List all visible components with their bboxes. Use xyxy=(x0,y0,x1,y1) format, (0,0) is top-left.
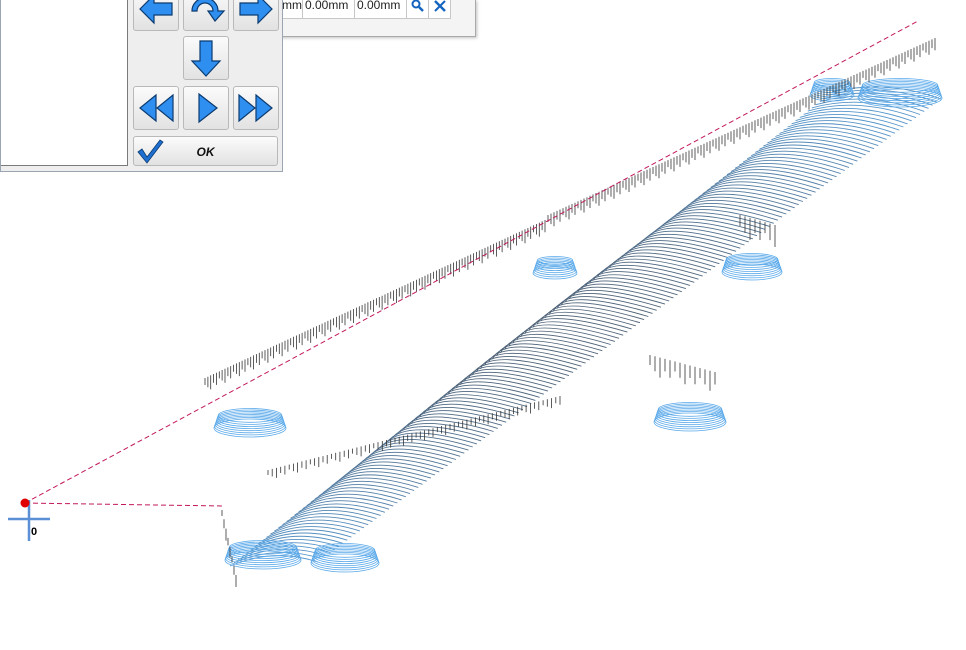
fast-forward-button[interactable] xyxy=(233,86,279,130)
layer-contour xyxy=(581,277,682,293)
layer-contour xyxy=(795,114,904,128)
layer-contour xyxy=(585,274,687,290)
layer-contour xyxy=(564,289,666,305)
table-cell[interactable]: 0.00mm xyxy=(303,0,355,18)
leg-contour xyxy=(657,402,723,417)
ok-button-label: OK xyxy=(196,145,215,159)
layer-contour xyxy=(775,129,883,143)
layer-contour xyxy=(799,110,908,125)
layer-contour xyxy=(427,397,524,411)
control-panel: OK xyxy=(0,0,283,172)
arrow-down-icon xyxy=(190,40,222,77)
layer-contour xyxy=(568,286,670,302)
layer-contour xyxy=(779,126,887,140)
operation-list[interactable] xyxy=(1,0,128,166)
rewind-button[interactable] xyxy=(133,86,179,130)
layer-contour xyxy=(791,117,900,131)
arrow-left-icon xyxy=(139,0,173,25)
travel-path xyxy=(24,502,223,507)
part-model xyxy=(204,38,943,587)
layer-contour xyxy=(423,400,519,414)
layer-contour xyxy=(577,280,678,296)
layer-contour xyxy=(601,261,703,277)
table-cell[interactable]: 0.00mm xyxy=(355,0,407,18)
layer-contour xyxy=(609,255,712,271)
layer-contour xyxy=(625,243,728,258)
move-down-button[interactable] xyxy=(183,36,229,80)
layer-contour xyxy=(617,249,720,265)
layer-contour xyxy=(629,240,733,255)
layer-contour xyxy=(787,120,896,134)
layer-contour xyxy=(637,233,741,249)
move-right-button[interactable] xyxy=(233,0,279,31)
move-left-button[interactable] xyxy=(133,0,179,31)
layer-contour xyxy=(439,387,536,401)
rotate-button[interactable] xyxy=(183,0,229,31)
leg-contour xyxy=(217,408,283,423)
coordinates-table: mm 0.00mm 0.00mm xyxy=(270,0,476,37)
table-row: mm 0.00mm 0.00mm xyxy=(271,0,451,19)
layer-contour xyxy=(419,403,515,417)
layer-contour xyxy=(431,394,528,408)
layer-contour xyxy=(613,252,716,268)
layer-contour xyxy=(811,101,921,115)
layer-contour xyxy=(451,378,549,392)
layer-contour xyxy=(560,293,662,308)
layer-contour xyxy=(556,296,657,311)
layer-contour xyxy=(641,230,745,246)
layer-contour xyxy=(803,107,912,122)
layer-contour xyxy=(597,264,699,280)
layer-contour xyxy=(593,268,695,283)
layer-contour xyxy=(447,381,544,395)
layer-contour xyxy=(589,271,691,286)
layer-contour xyxy=(435,391,532,405)
layer-contour xyxy=(544,305,645,321)
layer-contour xyxy=(783,123,891,137)
rotate-icon xyxy=(191,0,226,22)
layer-contour xyxy=(767,135,875,150)
tools-icon[interactable] xyxy=(429,0,451,18)
rewind-icon xyxy=(139,93,174,123)
origin-marker xyxy=(20,498,30,508)
layer-contour xyxy=(399,419,494,433)
layer-contour xyxy=(763,138,871,153)
arrow-right-icon xyxy=(239,0,273,25)
play-icon xyxy=(198,92,218,124)
layer-contour xyxy=(605,258,708,274)
layer-contour xyxy=(443,384,540,398)
origin-label: 0 xyxy=(31,526,38,538)
layer-contour xyxy=(771,132,879,147)
layer-contour xyxy=(633,236,737,252)
ok-button[interactable]: OK xyxy=(133,136,278,166)
magnifier-icon[interactable] xyxy=(407,0,429,18)
layer-contour xyxy=(572,283,674,299)
layer-contour xyxy=(755,144,862,159)
fast-forward-icon xyxy=(238,93,273,123)
layer-contour xyxy=(621,246,724,262)
play-button[interactable] xyxy=(183,86,229,130)
